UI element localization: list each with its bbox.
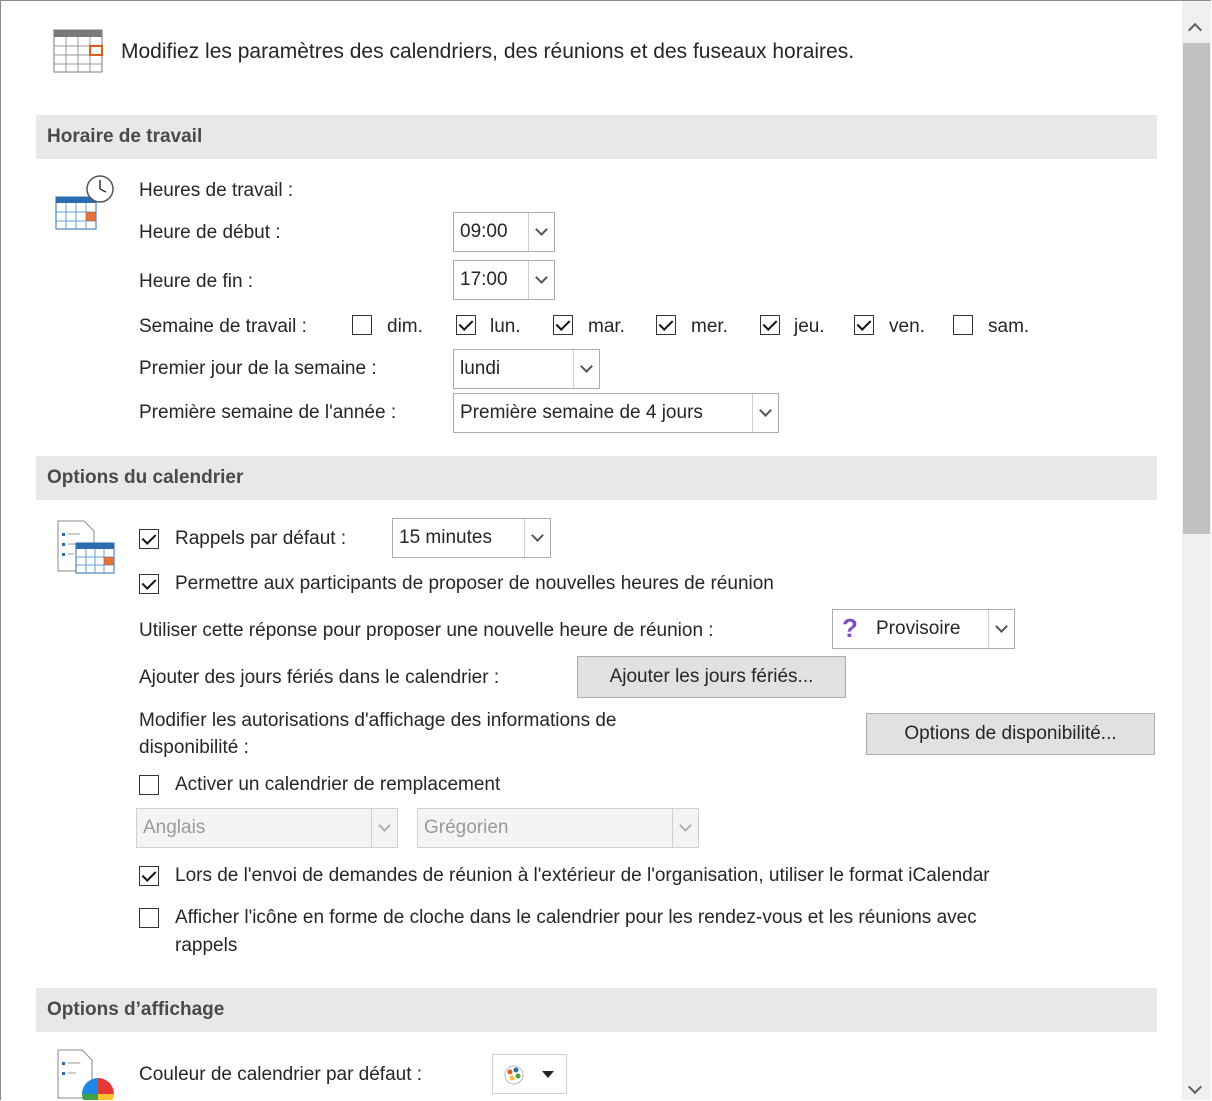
first-week-select[interactable]: Première semaine de 4 jours <box>453 393 779 433</box>
first-day-select[interactable]: lundi <box>453 349 600 389</box>
day-checkbox-dim[interactable] <box>352 315 372 335</box>
day-label-sam: sam. <box>988 316 1030 337</box>
first-day-label: Premier jour de la semaine : <box>139 358 377 379</box>
holidays-label: Ajouter des jours fériés dans le calendr… <box>139 667 500 688</box>
calendar-clock-icon <box>55 175 114 230</box>
alternate-calendar-checkbox[interactable] <box>139 775 159 795</box>
chevron-down-icon[interactable] <box>573 350 599 388</box>
palette-icon <box>504 1065 524 1085</box>
day-checkbox-ven[interactable] <box>854 315 874 335</box>
bell-icon-label-line1: Afficher l'icône en forme de cloche dans… <box>175 907 977 928</box>
chevron-down-icon[interactable] <box>528 261 554 299</box>
calendar-grid-icon <box>53 29 103 73</box>
work-week-label: Semaine de travail : <box>139 316 307 337</box>
default-reminders-select[interactable]: 15 minutes <box>392 518 551 558</box>
day-checkbox-mar[interactable] <box>553 315 573 335</box>
chevron-down-icon[interactable] <box>528 213 554 251</box>
day-checkbox-mer[interactable] <box>656 315 676 335</box>
bell-icon-checkbox[interactable] <box>139 908 159 928</box>
chevron-down-icon[interactable] <box>988 610 1014 648</box>
calendar-list-icon <box>57 520 115 574</box>
day-label-mer: mer. <box>691 316 728 337</box>
icalendar-checkbox[interactable] <box>139 866 159 886</box>
chevron-down-icon[interactable] <box>752 394 778 432</box>
work-hours-label: Heures de travail : <box>139 180 294 201</box>
section-header-display-options: Options d’affichage <box>36 988 1157 1032</box>
end-time-select[interactable]: 17:00 <box>453 260 555 300</box>
day-label-dim: dim. <box>387 316 423 337</box>
end-time-label: Heure de fin : <box>139 271 254 292</box>
alternate-calendar-label: Activer un calendrier de remplacement <box>175 774 501 795</box>
icalendar-label: Lors de l'envoi de demandes de réunion à… <box>175 865 990 886</box>
chevron-down-icon[interactable] <box>524 519 550 557</box>
default-reminders-checkbox[interactable] <box>139 529 159 549</box>
propose-times-checkbox[interactable] <box>139 574 159 594</box>
caret-down-icon[interactable] <box>542 1071 554 1078</box>
section-header-calendar-options: Options du calendrier <box>36 456 1157 500</box>
response-label: Utiliser cette réponse pour proposer une… <box>139 620 714 641</box>
chevron-down-icon[interactable] <box>371 809 397 847</box>
start-time-select[interactable]: 09:00 <box>453 212 555 252</box>
day-label-mar: mar. <box>588 316 625 337</box>
question-icon: ? <box>842 613 858 643</box>
calendar-color-label: Couleur de calendrier par défaut : <box>139 1064 423 1085</box>
availability-options-button[interactable]: Options de disponibilité... <box>866 713 1155 755</box>
alternate-language-select[interactable]: Anglais <box>136 808 398 848</box>
first-week-label: Première semaine de l'année : <box>139 402 397 423</box>
default-reminders-label: Rappels par défaut : <box>175 528 347 549</box>
propose-times-label: Permettre aux participants de proposer d… <box>175 573 774 594</box>
page-intro: Modifiez les paramètres des calendriers,… <box>121 40 855 63</box>
day-label-ven: ven. <box>889 316 925 337</box>
alternate-calendar-type-select[interactable]: Grégorien <box>417 808 699 848</box>
scrollbar-thumb[interactable] <box>1183 43 1210 534</box>
day-checkbox-sam[interactable] <box>953 315 973 335</box>
chevron-down-icon[interactable] <box>672 809 698 847</box>
bell-icon-label-line2: rappels <box>175 935 238 956</box>
day-checkbox-jeu[interactable] <box>760 315 780 335</box>
calendar-color-picker[interactable] <box>492 1054 567 1094</box>
add-holidays-button[interactable]: Ajouter les jours fériés... <box>577 656 846 698</box>
day-label-jeu: jeu. <box>794 316 825 337</box>
section-header-work-hours: Horaire de travail <box>36 115 1157 159</box>
color-wheel-icon <box>57 1049 114 1100</box>
start-time-label: Heure de début : <box>139 222 281 243</box>
day-label-lun: lun. <box>490 316 521 337</box>
availability-label-line2: disponibilité : <box>139 737 249 758</box>
day-checkbox-lun[interactable] <box>456 315 476 335</box>
response-select[interactable]: ? Provisoire <box>832 609 1015 649</box>
availability-label-line1: Modifier les autorisations d'affichage d… <box>139 710 617 731</box>
